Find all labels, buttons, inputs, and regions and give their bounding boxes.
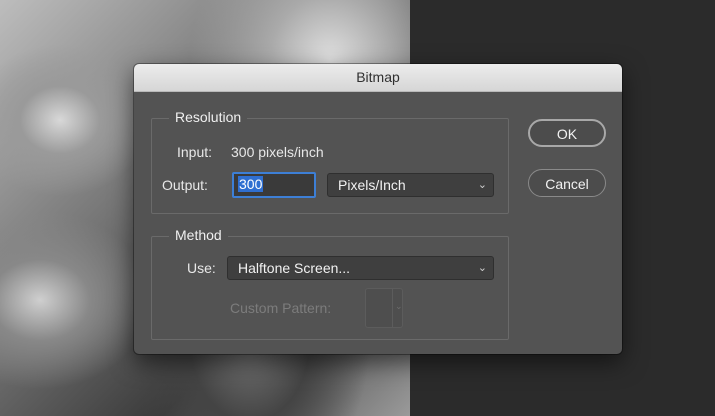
method-use-value: Halftone Screen...	[238, 260, 351, 276]
input-label: Input:	[177, 144, 213, 160]
custom-pattern-label: Custom Pattern:	[230, 300, 332, 316]
chevron-down-icon: ⌄	[477, 262, 487, 274]
output-label: Output:	[162, 177, 208, 193]
pattern-picker-divider	[392, 289, 393, 327]
output-unit-select[interactable]: Pixels/Inch ⌄	[327, 173, 494, 197]
chevron-down-icon: ⌄	[477, 179, 487, 191]
ok-button[interactable]: OK	[528, 119, 606, 147]
cancel-button[interactable]: Cancel	[528, 169, 606, 197]
input-value: 300 pixels/inch	[231, 144, 324, 160]
resolution-group	[151, 118, 509, 214]
dialog-title: Bitmap	[134, 64, 622, 92]
custom-pattern-picker[interactable]: ⌄	[365, 288, 403, 328]
resolution-group-title: Resolution	[169, 109, 248, 125]
output-resolution-value: 300	[238, 176, 264, 192]
bitmap-dialog: Bitmap Resolution Input: 300 pixels/inch…	[134, 64, 622, 354]
chevron-down-icon: ⌄	[395, 301, 403, 311]
output-resolution-input[interactable]: 300	[232, 172, 316, 198]
use-label: Use:	[187, 260, 216, 276]
method-group-title: Method	[169, 227, 228, 243]
method-group	[151, 236, 509, 340]
output-unit-value: Pixels/Inch	[338, 177, 406, 193]
method-use-select[interactable]: Halftone Screen... ⌄	[227, 256, 494, 280]
